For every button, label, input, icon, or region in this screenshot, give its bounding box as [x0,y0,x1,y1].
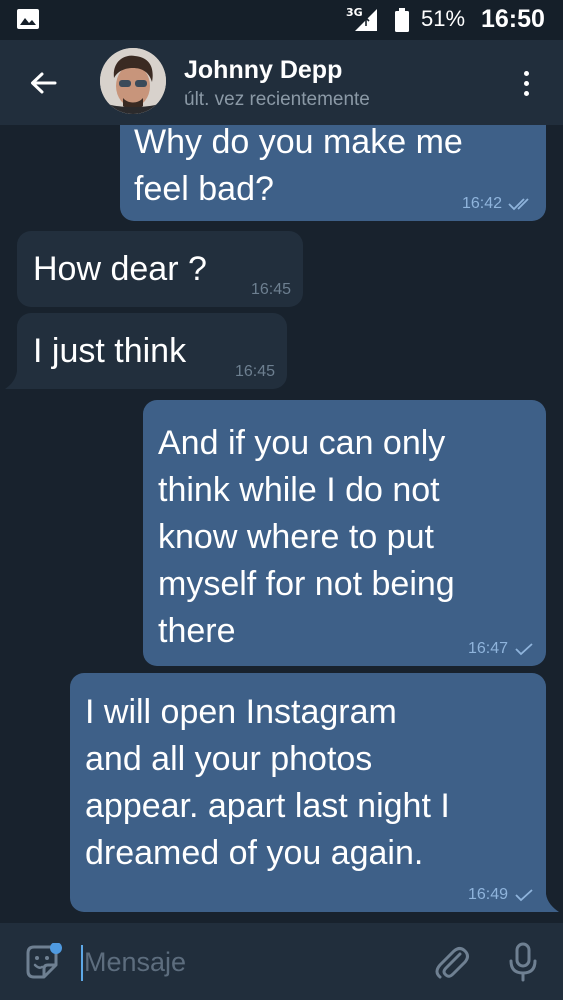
signal-icon: 3G [344,6,378,32]
attach-button[interactable] [432,942,472,982]
clock: 16:50 [481,5,545,33]
message-text: I will open Instagram and all your photo… [85,693,450,872]
message-bubble-outgoing[interactable]: I will open Instagram and all your photo… [70,673,546,912]
bubble-tail [5,371,17,389]
message-time: 16:47 [467,640,508,657]
sticker-emoji-icon [26,942,62,979]
message-time: 16:49 [467,886,508,903]
check-icon [515,643,533,656]
status-bar: 3G 51% 16:50 [0,0,563,40]
voice-record-button[interactable] [503,941,543,983]
check-icon [515,889,533,902]
more-vert-icon [523,70,529,76]
avatar[interactable] [100,48,166,114]
message-meta: 16:45 [235,363,275,381]
composer-bar [0,923,563,1000]
message-bubble-incoming[interactable]: How dear ? 16:45 [17,231,303,307]
battery-percent: 51% [421,6,466,31]
paperclip-icon [435,947,469,979]
gallery-icon [17,9,39,29]
message-list[interactable]: Why do you make me feel bad? 16:42 How d… [0,125,563,923]
text-caret [81,945,83,981]
double-check-icon [508,198,529,211]
message-input[interactable] [84,940,404,984]
message-text: Why do you make me feel bad? [134,125,463,208]
back-button[interactable] [22,62,64,104]
arrow-left-icon [31,72,57,94]
message-bubble-outgoing[interactable]: And if you can only think while I do not… [143,400,546,666]
message-meta: 16:42 [462,195,534,213]
bubble-tail [546,894,559,912]
contact-name[interactable]: Johnny Depp [184,56,342,85]
battery-icon [395,8,409,32]
message-bubble-incoming[interactable]: I just think 16:45 [17,313,287,389]
message-meta: 16:47 [468,640,534,658]
message-bubble-outgoing[interactable]: Why do you make me feel bad? 16:42 [120,125,546,221]
contact-photo [100,48,166,114]
emoji-button[interactable] [22,942,62,983]
chat-header: Johnny Depp últ. vez recientemente [0,40,563,125]
message-time: 16:45 [250,281,291,298]
message-text: How dear ? [33,250,207,288]
message-meta: 16:49 [468,886,534,904]
message-time: 16:45 [234,363,275,380]
contact-last-seen: últ. vez recientemente [184,89,370,110]
message-text: And if you can only think while I do not… [158,424,455,650]
message-meta: 16:45 [251,281,291,299]
message-text: I just think [33,332,187,370]
message-time: 16:42 [461,195,502,212]
more-options-button[interactable] [509,62,543,104]
microphone-icon [509,942,537,982]
